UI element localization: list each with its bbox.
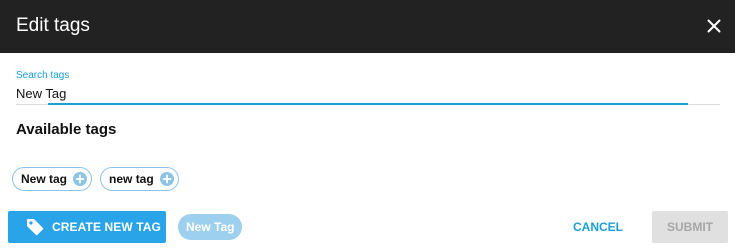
plus-circle-icon[interactable]	[159, 172, 174, 186]
cancel-button[interactable]: CANCEL	[560, 211, 636, 243]
dialog-title: Edit tags	[16, 15, 90, 36]
search-tags-input[interactable]	[16, 83, 688, 103]
submit-button-label: SUBMIT	[667, 220, 713, 234]
edit-tags-dialog: Edit tags Search tags Available tags New…	[0, 0, 735, 251]
search-tags-label: Search tags	[16, 70, 70, 81]
create-new-tag-label: CREATE NEW TAG	[52, 220, 161, 234]
tag-chip-label: new tag	[109, 172, 154, 186]
new-tag-preview-label: New Tag	[186, 220, 235, 234]
tag-icon	[27, 219, 44, 236]
new-tag-preview-chip: New Tag	[178, 214, 243, 240]
submit-button[interactable]: SUBMIT	[652, 211, 728, 243]
tag-chip-label: New tag	[21, 172, 68, 186]
dialog-header: Edit tags	[0, 0, 735, 53]
plus-circle-icon[interactable]	[73, 172, 88, 186]
create-new-tag-button[interactable]: CREATE NEW TAG	[8, 211, 166, 243]
tag-chip[interactable]: New tag	[12, 167, 93, 191]
close-icon	[707, 19, 721, 33]
available-tags-heading: Available tags	[16, 121, 117, 138]
close-button[interactable]	[702, 14, 726, 38]
available-tags-list: New tag new tag	[12, 167, 179, 191]
tag-chip[interactable]: new tag	[100, 167, 179, 191]
cancel-button-label: CANCEL	[573, 220, 623, 234]
search-underline-active	[48, 103, 688, 105]
